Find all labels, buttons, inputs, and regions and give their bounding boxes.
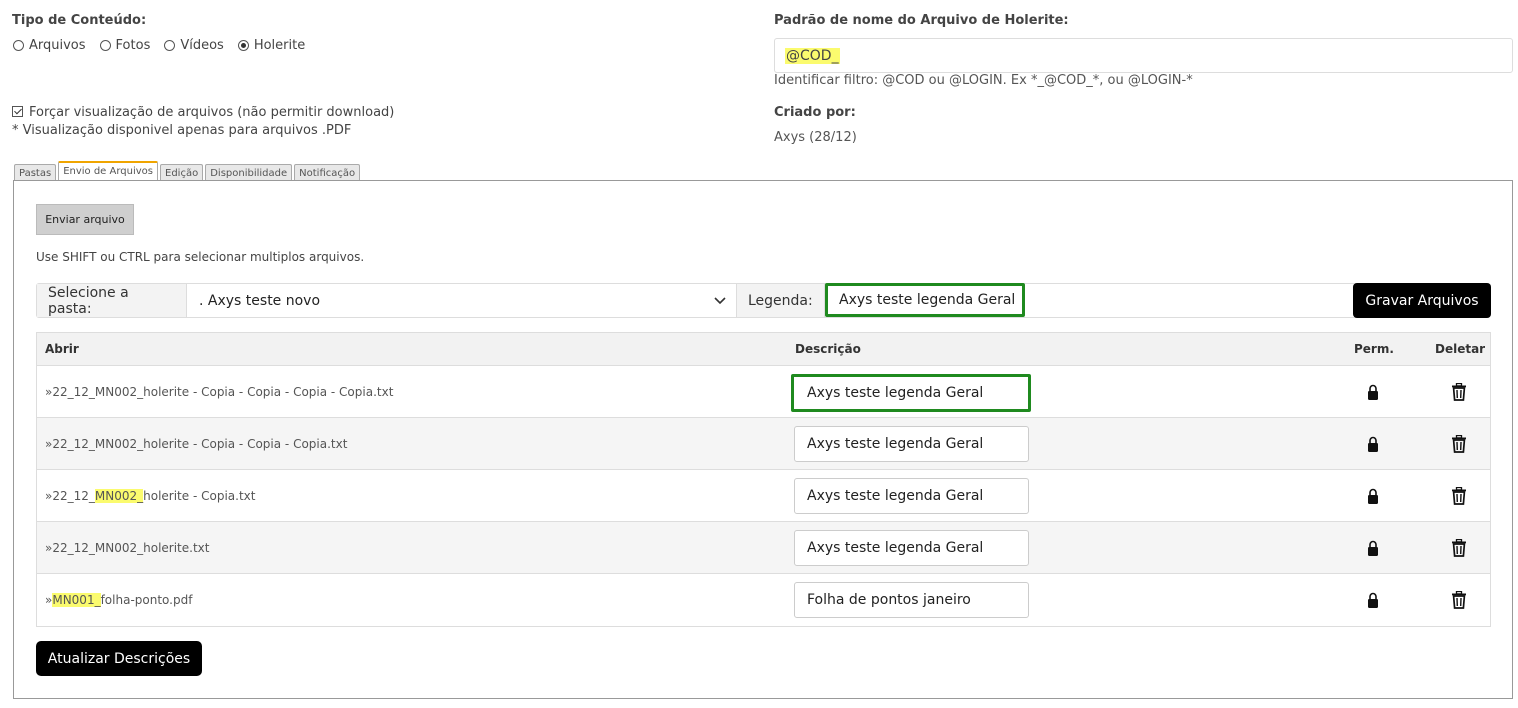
header-open: Abrir bbox=[45, 342, 79, 356]
lock-icon[interactable] bbox=[1358, 470, 1388, 522]
description-input[interactable]: Axys teste legenda Geral bbox=[794, 426, 1029, 462]
description-input[interactable]: Axys teste legenda Geral bbox=[794, 530, 1029, 566]
header-description: Descrição bbox=[795, 342, 861, 356]
filename-pattern-hint: Identificar filtro: @COD ou @LOGIN. Ex *… bbox=[774, 73, 1193, 88]
filename-pattern-label: Padrão de nome do Arquivo de Holerite: bbox=[774, 13, 1069, 28]
file-link[interactable]: » 22_12_MN002_holerite - Copia - Copia -… bbox=[45, 418, 347, 470]
force-view-label: Forçar visualização de arquivos (não per… bbox=[29, 105, 395, 120]
table-body: » 22_12_MN002_holerite - Copia - Copia -… bbox=[37, 366, 1490, 626]
radio-icon[interactable] bbox=[13, 40, 24, 51]
file-link[interactable]: » 22_12_MN002_holerite - Copia - Copia -… bbox=[45, 366, 393, 418]
tab-envio-de-arquivos[interactable]: Envio de Arquivos bbox=[58, 161, 159, 181]
trash-icon[interactable] bbox=[1444, 418, 1474, 470]
tab-pastas[interactable]: Pastas bbox=[14, 164, 57, 181]
force-view-checkbox[interactable] bbox=[12, 106, 23, 117]
update-descriptions-button[interactable]: Atualizar Descrições bbox=[36, 641, 202, 676]
radio-fotos[interactable]: Fotos bbox=[99, 38, 150, 53]
caption-label: Legenda: bbox=[737, 284, 825, 317]
tab-notificacao[interactable]: Notificação bbox=[294, 164, 361, 181]
description-input[interactable]: Folha de pontos janeiro bbox=[794, 582, 1029, 618]
send-file-button[interactable]: Enviar arquivo bbox=[36, 204, 134, 235]
content-type-radio-group: Arquivos Fotos Vídeos Holerite bbox=[13, 38, 305, 53]
lock-icon[interactable] bbox=[1358, 418, 1388, 470]
radio-icon[interactable] bbox=[99, 40, 111, 51]
tab-disponibilidade[interactable]: Disponibilidade bbox=[205, 164, 293, 181]
radio-videos[interactable]: Vídeos bbox=[164, 38, 224, 53]
lock-icon[interactable] bbox=[1358, 366, 1388, 418]
save-files-button[interactable]: Gravar Arquivos bbox=[1353, 283, 1491, 318]
table-row: » 22_12_MN002_holerite - Copia - Copia -… bbox=[37, 366, 1490, 418]
table-row: » 22_12_MN002_holerite.txt Axys teste leg… bbox=[37, 522, 1490, 574]
upload-panel: Enviar arquivo Use SHIFT ou CTRL para se… bbox=[13, 180, 1513, 699]
header-perm: Perm. bbox=[1354, 342, 1394, 356]
caption-input[interactable]: Axys teste legenda Geral bbox=[825, 283, 1025, 317]
highlighted-code: MN001_ bbox=[52, 593, 101, 607]
tab-bar: Pastas Envio de Arquivos Edição Disponib… bbox=[14, 161, 361, 181]
tab-edicao[interactable]: Edição bbox=[160, 164, 204, 181]
force-view-note: * Visualização disponivel apenas para ar… bbox=[12, 123, 352, 138]
force-view-row[interactable]: Forçar visualização de arquivos (não per… bbox=[12, 105, 394, 120]
file-link[interactable]: » 22_12_MN002_holerite.txt bbox=[45, 522, 209, 574]
folder-label: Selecione a pasta: bbox=[37, 284, 187, 317]
created-by-label: Criado por: bbox=[774, 105, 856, 120]
trash-icon[interactable] bbox=[1444, 574, 1474, 626]
folder-select[interactable]: . Axys teste novo bbox=[187, 284, 737, 317]
description-input[interactable]: Axys teste legenda Geral bbox=[791, 374, 1031, 412]
radio-holerite[interactable]: Holerite bbox=[237, 38, 305, 53]
highlighted-code: MN002_ bbox=[94, 489, 144, 503]
created-by-value: Axys (28/12) bbox=[774, 130, 857, 145]
multi-select-hint: Use SHIFT ou CTRL para selecionar multip… bbox=[36, 250, 365, 264]
chevron-down-icon bbox=[714, 297, 726, 305]
trash-icon[interactable] bbox=[1444, 366, 1474, 418]
content-type-label: Tipo de Conteúdo: bbox=[12, 13, 147, 28]
table-header: Abrir Descrição Perm. Deletar bbox=[37, 333, 1490, 366]
radio-checked-icon[interactable] bbox=[237, 40, 249, 51]
trash-icon[interactable] bbox=[1444, 522, 1474, 574]
header-delete: Deletar bbox=[1435, 342, 1486, 356]
file-link[interactable]: » MN001_ folha-ponto.pdf bbox=[45, 574, 192, 626]
file-link[interactable]: » 22_12_ MN002_ holerite - Copia.txt bbox=[45, 470, 255, 522]
lock-icon[interactable] bbox=[1358, 574, 1388, 626]
folder-caption-row: Selecione a pasta: . Axys teste novo Leg… bbox=[36, 283, 1491, 318]
filename-pattern-input[interactable]: @COD_ bbox=[774, 38, 1513, 73]
radio-arquivos[interactable]: Arquivos bbox=[13, 38, 86, 53]
filename-pattern-value: @COD_ bbox=[785, 47, 840, 64]
table-row: » 22_12_MN002_holerite - Copia - Copia -… bbox=[37, 418, 1490, 470]
lock-icon[interactable] bbox=[1358, 522, 1388, 574]
table-row: » 22_12_ MN002_ holerite - Copia.txt Axys t… bbox=[37, 470, 1490, 522]
trash-icon[interactable] bbox=[1444, 470, 1474, 522]
radio-icon[interactable] bbox=[164, 40, 176, 51]
table-row: » MN001_ folha-ponto.pdf Folha de pontos j… bbox=[37, 574, 1490, 626]
description-input[interactable]: Axys teste legenda Geral bbox=[794, 478, 1029, 514]
files-table: Abrir Descrição Perm. Deletar » 22_12_MN… bbox=[36, 332, 1491, 627]
folder-select-value: . Axys teste novo bbox=[199, 292, 321, 309]
